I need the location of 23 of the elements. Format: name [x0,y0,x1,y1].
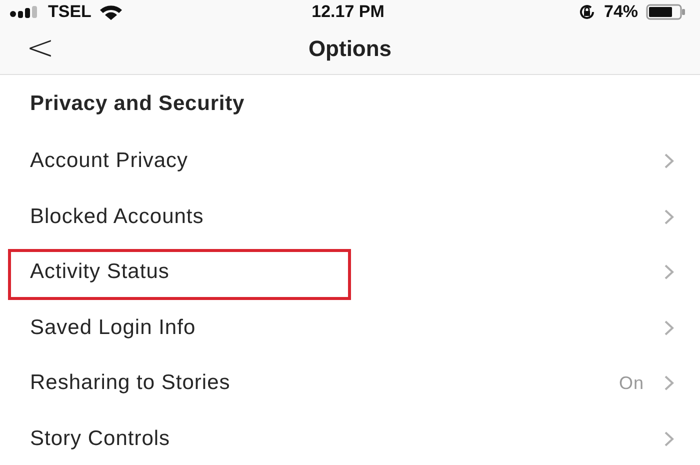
settings-row[interactable]: Saved Login Info [0,298,700,354]
settings-row[interactable]: Activity Status [0,243,700,298]
chevron-icon [664,264,674,280]
chevron-icon [664,208,674,225]
section-title: Privacy and Security [30,92,245,116]
settings-row[interactable]: Blocked Accounts [0,188,700,243]
back-button[interactable]: < [20,28,60,68]
clock-time: 12.17 PM [312,2,384,22]
rotation-lock-icon [578,4,596,20]
signal-icon [10,6,40,18]
chevron-icon [664,430,674,447]
setting-value: On [618,372,644,394]
carrier-name: TSEL [48,2,92,22]
wifi-icon [99,4,124,20]
battery-percent: 74% [604,2,638,22]
settings-row[interactable]: Account Privacy [0,132,700,188]
chevron-icon [664,375,674,392]
chevron-icon [664,320,674,336]
page-title: Options [308,36,392,62]
chevron-icon [664,153,674,170]
settings-row[interactable]: Resharing to Stories On [0,354,700,410]
settings-row[interactable]: Story Controls [0,410,700,465]
battery-icon [646,4,686,20]
